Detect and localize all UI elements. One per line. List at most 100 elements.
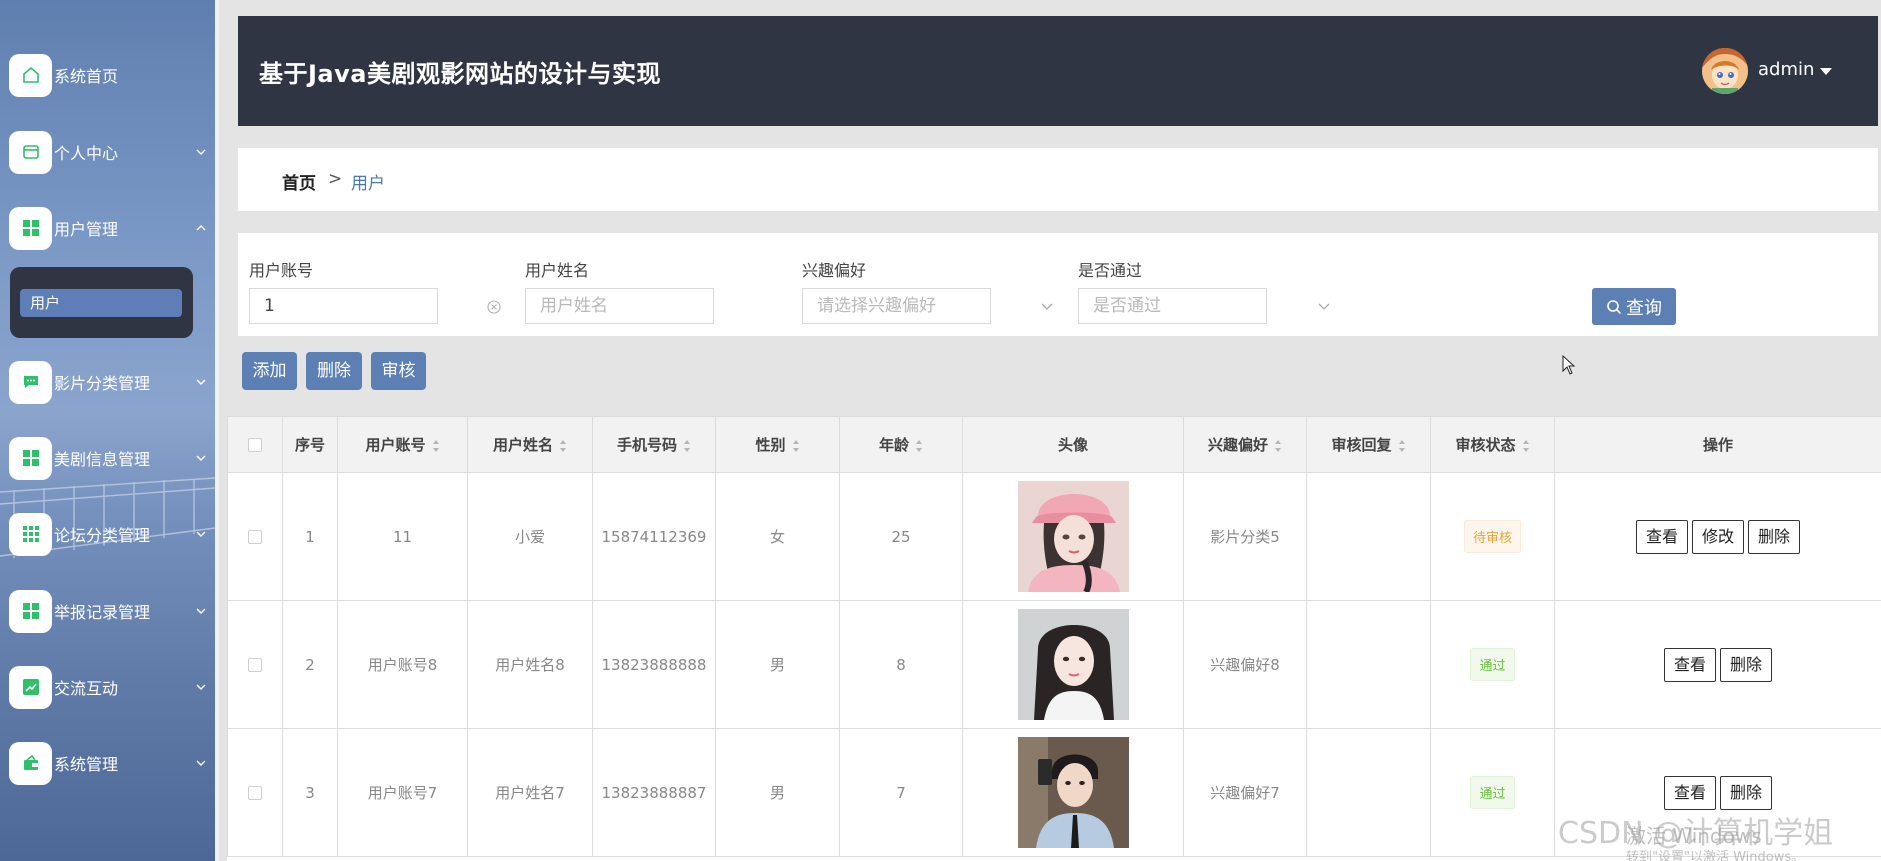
cell-avatar xyxy=(962,600,1184,729)
sort-icon[interactable] xyxy=(432,439,440,453)
row-checkbox[interactable] xyxy=(248,530,262,544)
cell-index: 1 xyxy=(282,472,338,601)
cell-avatar xyxy=(962,728,1184,857)
sidebar-item-report-records[interactable]: 举报记录管理 xyxy=(9,589,209,633)
sidebar-item-series-info[interactable]: 美剧信息管理 xyxy=(9,436,209,480)
select-all-checkbox[interactable] xyxy=(248,438,262,452)
view-button[interactable]: 查看 xyxy=(1663,647,1716,682)
clear-icon[interactable] xyxy=(486,299,502,315)
search-icon xyxy=(1607,299,1622,314)
view-button[interactable]: 查看 xyxy=(1635,519,1688,554)
col-interest-label: 兴趣偏好 xyxy=(1207,436,1268,454)
cell-gender: 男 xyxy=(715,600,840,729)
chevron-down-icon xyxy=(196,608,206,614)
sort-icon[interactable] xyxy=(1522,439,1530,453)
cell-name: 小爱 xyxy=(467,472,593,601)
cell-reply xyxy=(1306,472,1431,601)
cell-age: 7 xyxy=(839,728,963,857)
user-table: 序号 用户账号 用户姓名 手机号码 性别 年龄 头像 兴趣偏好 审核回复 审核状… xyxy=(227,416,1881,861)
edit-button[interactable]: 修改 xyxy=(1691,519,1744,554)
row-select-cell xyxy=(227,728,283,857)
chevron-down-icon xyxy=(196,455,206,461)
sidebar-edge xyxy=(215,0,219,861)
pass-select[interactable]: 是否通过 xyxy=(1078,288,1267,324)
row-delete-button[interactable]: 删除 xyxy=(1720,775,1773,810)
table-header-row: 序号 用户账号 用户姓名 手机号码 性别 年龄 头像 兴趣偏好 审核回复 审核状… xyxy=(227,416,1881,473)
interest-select[interactable]: 请选择兴趣偏好 xyxy=(802,288,991,324)
chevron-down-icon[interactable] xyxy=(1039,298,1055,314)
chevron-down-icon[interactable] xyxy=(1316,298,1332,314)
breadcrumb: 首页 > 用户 xyxy=(238,148,1878,211)
sidebar-item-interaction[interactable]: 交流互动 xyxy=(9,665,209,709)
cell-phone: 15874112369 xyxy=(592,472,716,601)
col-interest[interactable]: 兴趣偏好 xyxy=(1183,416,1307,473)
sidebar-item-film-category[interactable]: 影片分类管理 xyxy=(9,360,209,404)
chevron-down-icon xyxy=(196,379,206,385)
breadcrumb-home[interactable]: 首页 xyxy=(282,169,316,194)
sort-icon[interactable] xyxy=(683,439,691,453)
col-phone[interactable]: 手机号码 xyxy=(592,416,716,473)
view-button[interactable]: 查看 xyxy=(1663,775,1716,810)
chart-icon xyxy=(9,665,52,709)
col-reply[interactable]: 审核回复 xyxy=(1306,416,1431,473)
col-name[interactable]: 用户姓名 xyxy=(467,416,593,473)
review-button[interactable]: 审核 xyxy=(371,352,426,390)
col-index: 序号 xyxy=(282,416,338,473)
sidebar-item-system-management[interactable]: 系统管理 xyxy=(9,741,209,785)
cell-ops: 查看 删除 xyxy=(1554,600,1881,729)
col-gender[interactable]: 性别 xyxy=(715,416,840,473)
cell-phone: 13823888888 xyxy=(592,600,716,729)
breadcrumb-separator: > xyxy=(328,169,343,189)
cell-avatar xyxy=(962,472,1184,601)
query-button[interactable]: 查询 xyxy=(1592,288,1676,325)
breadcrumb-current[interactable]: 用户 xyxy=(351,169,385,194)
mouse-cursor-icon xyxy=(1562,355,1576,375)
search-panel: 用户账号 1 用户姓名 用户姓名 兴趣偏好 请选择兴趣偏好 是否通过 是否通过 … xyxy=(238,233,1878,336)
sidebar-item-user-management[interactable]: 用户管理 xyxy=(9,206,209,250)
pass-label: 是否通过 xyxy=(1078,261,1143,280)
cell-phone: 13823888887 xyxy=(592,728,716,857)
col-phone-label: 手机号码 xyxy=(616,436,677,454)
wallet-icon xyxy=(9,130,52,174)
bag-icon xyxy=(9,741,52,785)
name-input[interactable]: 用户姓名 xyxy=(525,288,714,324)
cell-account: 用户账号7 xyxy=(337,728,468,857)
user-name-dropdown[interactable]: admin xyxy=(1758,59,1814,80)
chevron-down-icon xyxy=(196,684,206,690)
account-input[interactable]: 1 xyxy=(249,288,438,324)
caret-down-icon[interactable] xyxy=(1820,68,1832,75)
submenu-item-user[interactable]: 用户 xyxy=(20,289,182,317)
row-checkbox[interactable] xyxy=(248,786,262,800)
col-account[interactable]: 用户账号 xyxy=(337,416,468,473)
row-checkbox[interactable] xyxy=(248,658,262,672)
csdn-watermark: CSDN @计算机学姐 xyxy=(1558,816,1834,851)
cell-name: 用户姓名8 xyxy=(467,600,593,729)
cell-age: 25 xyxy=(839,472,963,601)
sidebar-item-home[interactable]: 系统首页 xyxy=(9,53,209,97)
user-submenu: 用户 xyxy=(10,267,193,338)
delete-button[interactable]: 删除 xyxy=(306,352,362,390)
sidebar-item-label: 影片分类管理 xyxy=(54,374,151,393)
row-delete-button[interactable]: 删除 xyxy=(1720,647,1773,682)
col-avatar: 头像 xyxy=(962,416,1184,473)
cell-status: 待审核 xyxy=(1430,472,1555,601)
cell-name: 用户姓名7 xyxy=(467,728,593,857)
row-delete-button[interactable]: 删除 xyxy=(1748,519,1801,554)
sort-icon[interactable] xyxy=(792,439,800,453)
chevron-down-icon xyxy=(196,531,206,537)
cell-index: 2 xyxy=(282,600,338,729)
sidebar-item-profile[interactable]: 个人中心 xyxy=(9,130,209,174)
sort-icon[interactable] xyxy=(1274,439,1282,453)
sort-icon[interactable] xyxy=(1398,439,1406,453)
sort-icon[interactable] xyxy=(915,439,923,453)
interest-label: 兴趣偏好 xyxy=(802,261,867,280)
status-badge: 通过 xyxy=(1470,776,1515,809)
add-button[interactable]: 添加 xyxy=(242,352,297,390)
sidebar-item-forum-category[interactable]: 论坛分类管理 xyxy=(9,512,209,556)
chevron-down-icon xyxy=(196,760,206,766)
avatar[interactable] xyxy=(1702,48,1748,94)
col-age[interactable]: 年龄 xyxy=(839,416,963,473)
sort-icon[interactable] xyxy=(559,439,567,453)
col-status[interactable]: 审核状态 xyxy=(1430,416,1555,473)
chevron-up-icon xyxy=(196,225,206,231)
